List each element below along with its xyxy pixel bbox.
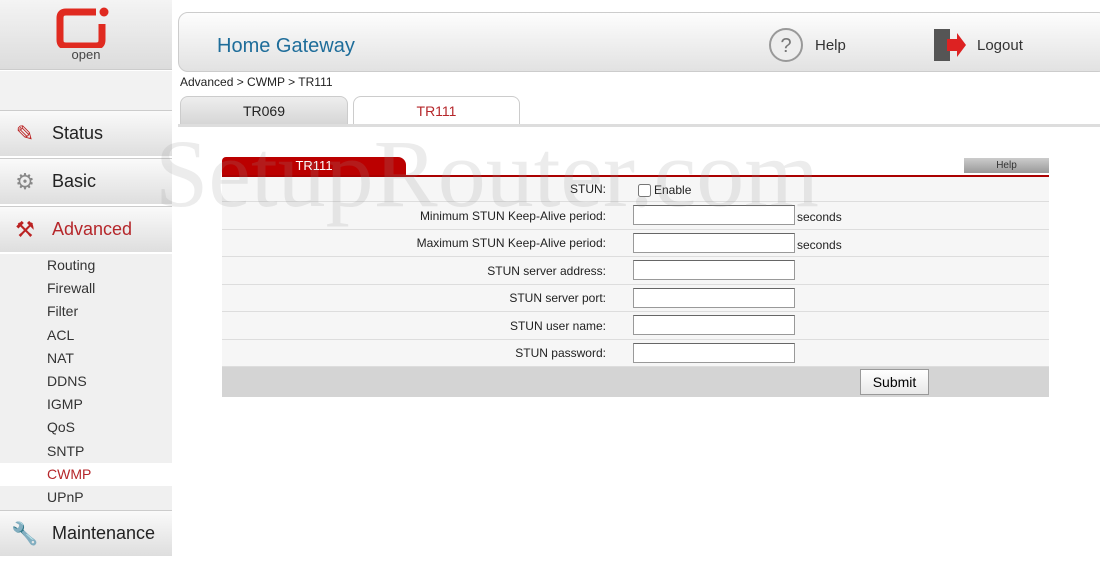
logo-text: open (71, 47, 101, 62)
submit-bar: Submit (222, 367, 1049, 397)
submit-button[interactable]: Submit (860, 369, 929, 395)
min-keepalive-row: Minimum STUN Keep-Alive period: seconds (222, 202, 1049, 230)
max-keepalive-row: Maximum STUN Keep-Alive period: seconds (222, 230, 1049, 257)
field-label: Maximum STUN Keep-Alive period: (416, 236, 606, 250)
sidebar-category-maintenance[interactable]: 🔧 Maintenance (0, 510, 172, 556)
tab-divider (178, 124, 1100, 127)
sidebar-category-status[interactable]: ✎ Status (0, 110, 172, 156)
sidebar-spacer (0, 71, 172, 110)
unit-label: seconds (797, 238, 842, 252)
field-label: STUN: (570, 182, 606, 196)
field-label: STUN password: (515, 346, 606, 360)
help-link[interactable]: Help (815, 37, 846, 54)
panel-help-button[interactable]: Help (964, 158, 1049, 173)
sidebar-category-basic[interactable]: ⚙ Basic (0, 158, 172, 204)
password-input[interactable] (633, 343, 795, 363)
field-label: STUN user name: (509, 318, 606, 333)
server-port-input[interactable] (633, 288, 795, 308)
svg-text:?: ? (780, 35, 791, 57)
sidebar: open ✎ Status ⚙ Basic ⚒ Advanced Routing Fi… (0, 0, 172, 577)
sidebar-item-cwmp[interactable]: CWMP (0, 463, 172, 486)
advanced-submenu: Routing Firewall Filter ACL NAT DDNS IGM… (0, 254, 172, 510)
sidebar-item-sntp[interactable]: SNTP (0, 440, 172, 463)
app-title: Home Gateway (217, 35, 355, 57)
checkbox[interactable] (638, 183, 651, 197)
breadcrumb: Advanced > CWMP > TR111 (180, 75, 333, 89)
open-logo-icon (56, 7, 109, 48)
sidebar-item-upnp[interactable]: UPnP (0, 486, 172, 509)
user-name-row: STUN user name: (222, 312, 1049, 340)
sidebar-item-filter[interactable]: Filter (0, 300, 172, 323)
enable-label: Enable (654, 183, 692, 197)
tab-tr111[interactable]: TR111 (353, 96, 520, 124)
field-label: STUN server address: (487, 263, 606, 278)
panel-title: TR111 (222, 157, 406, 176)
monitor-info-icon: ✎ (15, 120, 35, 146)
sidebar-item-acl[interactable]: ACL (0, 324, 172, 347)
sidebar-item-igmp[interactable]: IGMP (0, 393, 172, 416)
server-port-row: STUN server port: (222, 285, 1049, 312)
category-label: Advanced (52, 219, 133, 239)
header: Home Gateway ? Help Logout (178, 12, 1100, 72)
category-label: Maintenance (52, 523, 156, 543)
help-icon[interactable]: ? (768, 27, 804, 63)
category-label: Status (52, 123, 104, 143)
sidebar-item-qos[interactable]: QoS (0, 416, 172, 439)
sidebar-item-ddns[interactable]: DDNS (0, 370, 172, 393)
logout-link[interactable]: Logout (977, 37, 1023, 54)
max-keepalive-input[interactable] (633, 233, 795, 253)
server-address-input[interactable] (633, 260, 795, 280)
sidebar-item-nat[interactable]: NAT (0, 347, 172, 370)
category-label: Basic (52, 171, 97, 191)
sidebar-item-firewall[interactable]: Firewall (0, 277, 172, 300)
tools-icon: ⚒ (15, 216, 35, 242)
wrench-icon: 🔧 (11, 520, 39, 546)
unit-label: seconds (797, 210, 842, 224)
logo: open (0, 0, 172, 70)
logout-icon[interactable] (931, 27, 967, 63)
field-label: Minimum STUN Keep-Alive period: (419, 208, 606, 223)
stun-enable-checkbox[interactable]: Enable (638, 183, 691, 197)
sidebar-category-advanced[interactable]: ⚒ Advanced (0, 206, 172, 252)
tab-tr069[interactable]: TR069 (180, 96, 348, 124)
sidebar-item-routing[interactable]: Routing (0, 254, 172, 277)
server-address-row: STUN server address: (222, 257, 1049, 285)
user-name-input[interactable] (633, 315, 795, 335)
min-keepalive-input[interactable] (633, 205, 795, 225)
gear-icon: ⚙ (15, 168, 35, 194)
stun-row: STUN: Enable (222, 177, 1049, 202)
field-label: STUN server port: (509, 291, 606, 305)
password-row: STUN password: (222, 340, 1049, 367)
